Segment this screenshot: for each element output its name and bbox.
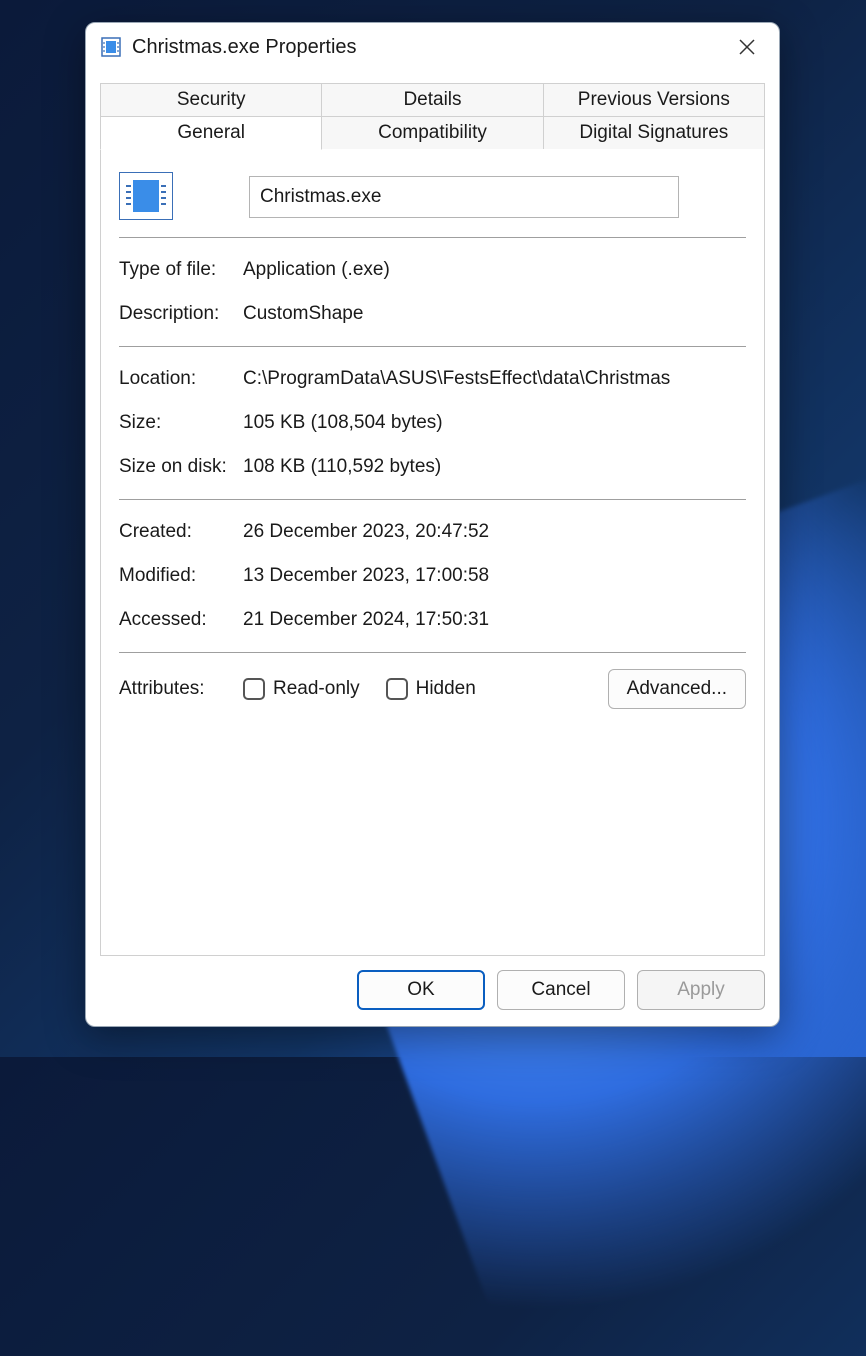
label-size-on-disk: Size on disk: [119, 456, 243, 478]
filename-input[interactable] [249, 176, 679, 218]
ok-button[interactable]: OK [357, 970, 485, 1010]
checkbox-read-only-label: Read-only [273, 678, 360, 700]
dialog-button-bar: OK Cancel Apply [86, 956, 779, 1026]
advanced-button[interactable]: Advanced... [608, 669, 746, 709]
value-description: CustomShape [243, 303, 746, 325]
checkbox-box-icon [386, 678, 408, 700]
label-location: Location: [119, 368, 243, 390]
checkbox-hidden[interactable]: Hidden [386, 678, 476, 700]
label-created: Created: [119, 521, 243, 543]
tab-general[interactable]: General [100, 117, 322, 150]
close-button[interactable] [725, 29, 769, 65]
checkbox-hidden-label: Hidden [416, 678, 476, 700]
tab-compatibility[interactable]: Compatibility [321, 117, 543, 150]
tab-details[interactable]: Details [321, 83, 543, 117]
label-description: Description: [119, 303, 243, 325]
tab-digital-signatures[interactable]: Digital Signatures [543, 117, 765, 150]
tab-previous-versions[interactable]: Previous Versions [543, 83, 765, 117]
label-accessed: Accessed: [119, 609, 243, 631]
value-type-of-file: Application (.exe) [243, 259, 746, 281]
label-modified: Modified: [119, 565, 243, 587]
file-icon-cell [119, 172, 243, 222]
apply-button: Apply [637, 970, 765, 1010]
value-size-on-disk: 108 KB (110,592 bytes) [243, 456, 746, 478]
cancel-button[interactable]: Cancel [497, 970, 625, 1010]
tab-strip: Security Details Previous Versions Gener… [100, 83, 765, 150]
tab-row-1: Security Details Previous Versions [100, 83, 765, 117]
separator-2 [119, 346, 746, 347]
checkbox-box-icon [243, 678, 265, 700]
app-icon [100, 36, 122, 58]
separator-4 [119, 652, 746, 653]
properties-dialog: Christmas.exe Properties Security Detail… [85, 22, 780, 1027]
value-accessed: 21 December 2024, 17:50:31 [243, 609, 746, 631]
file-type-icon [119, 172, 173, 220]
tab-panel-general: Type of file: Application (.exe) Descrip… [100, 149, 765, 956]
tab-row-2: General Compatibility Digital Signatures [100, 117, 765, 150]
tab-security[interactable]: Security [100, 83, 322, 117]
separator-3 [119, 499, 746, 500]
value-location: C:\ProgramData\ASUS\FestsEffect\data\Chr… [243, 368, 746, 390]
window-title: Christmas.exe Properties [132, 36, 357, 59]
close-icon [739, 39, 755, 55]
label-size: Size: [119, 412, 243, 434]
label-attributes: Attributes: [119, 678, 243, 700]
titlebar: Christmas.exe Properties [86, 23, 779, 71]
value-modified: 13 December 2023, 17:00:58 [243, 565, 746, 587]
value-created: 26 December 2023, 20:47:52 [243, 521, 746, 543]
content-area: Security Details Previous Versions Gener… [86, 71, 779, 956]
separator-1 [119, 237, 746, 238]
value-size: 105 KB (108,504 bytes) [243, 412, 746, 434]
label-type-of-file: Type of file: [119, 259, 243, 281]
checkbox-read-only[interactable]: Read-only [243, 678, 360, 700]
